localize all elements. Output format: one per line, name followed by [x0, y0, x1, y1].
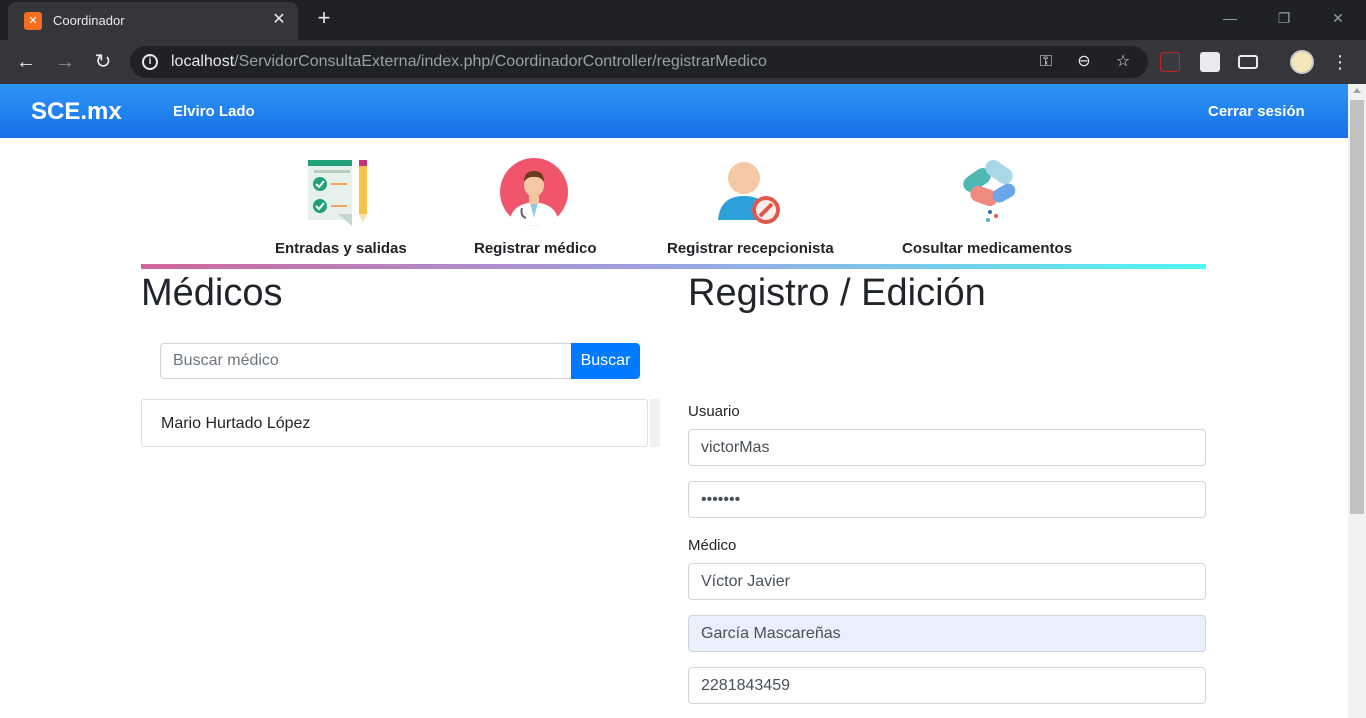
menu-label-consultar-medicamentos[interactable]: Cosultar medicamentos	[902, 240, 1072, 257]
browser-tab[interactable]: ✕ Coordinador ✕	[8, 2, 298, 40]
menu-item-entradas[interactable]	[306, 158, 372, 231]
pdf-extension-icon[interactable]	[1160, 52, 1180, 72]
gradient-divider	[141, 264, 1206, 269]
key-icon[interactable]: ⚿	[1036, 52, 1056, 72]
receptionist-icon	[718, 162, 780, 224]
tab-close-icon[interactable]: ✕	[268, 9, 290, 31]
page-scrollbar[interactable]	[1348, 84, 1366, 718]
logout-link[interactable]: Cerrar sesión	[1208, 103, 1305, 120]
profile-avatar[interactable]	[1290, 50, 1314, 74]
reload-icon[interactable]: ↻	[91, 50, 115, 74]
bookmark-star-icon[interactable]: ☆	[1113, 52, 1133, 72]
site-info-icon[interactable]: i	[142, 54, 158, 70]
checklist-icon	[308, 160, 367, 226]
medicos-list: Mario Hurtado López	[141, 399, 648, 447]
browser-tabbar: ✕ Coordinador ✕ + — ❐ ✕	[0, 0, 1366, 40]
scroll-thumb[interactable]	[1350, 100, 1364, 514]
tab-title: Coordinador	[53, 13, 125, 28]
page-viewport: SCE.mx Elviro Lado Cerrar sesión Entrada…	[0, 84, 1348, 718]
search-button[interactable]: Buscar	[571, 343, 640, 379]
user-name[interactable]: Elviro Lado	[173, 103, 255, 120]
nombre-input[interactable]	[688, 563, 1206, 600]
usuario-label: Usuario	[688, 403, 740, 420]
menu-item-registrar-medico[interactable]	[500, 158, 568, 231]
list-scrollbar[interactable]	[650, 399, 660, 447]
doctor-icon	[500, 158, 568, 226]
menu-label-entradas[interactable]: Entradas y salidas	[275, 240, 407, 257]
zoom-icon[interactable]: ⊖	[1074, 52, 1094, 72]
usuario-input[interactable]	[688, 429, 1206, 466]
browser-toolbar: ← → ↻ i localhost/ServidorConsultaExtern…	[0, 40, 1366, 84]
medico-label: Médico	[688, 537, 737, 554]
url-text[interactable]: localhost/ServidorConsultaExterna/index.…	[171, 53, 767, 71]
menu-label-registrar-recepcionista[interactable]: Registrar recepcionista	[667, 240, 834, 257]
extension-icon[interactable]	[1200, 52, 1220, 72]
menu-label-registrar-medico[interactable]: Registrar médico	[474, 240, 597, 257]
site-navbar: SCE.mx Elviro Lado Cerrar sesión	[0, 84, 1348, 138]
address-bar[interactable]: i localhost/ServidorConsultaExterna/inde…	[130, 46, 1148, 78]
window-close-icon[interactable]: ✕	[1318, 8, 1358, 28]
back-icon[interactable]: ←	[14, 50, 38, 74]
pills-icon	[963, 159, 1016, 222]
scroll-up-icon[interactable]	[1353, 88, 1361, 93]
restore-icon[interactable]: ❐	[1264, 8, 1304, 28]
menu-kebab-icon[interactable]: ⋮	[1330, 50, 1350, 74]
medicos-heading: Médicos	[141, 272, 283, 314]
pip-extension-icon[interactable]	[1238, 55, 1258, 69]
forward-icon[interactable]: →	[53, 50, 77, 74]
brand-logo[interactable]: SCE.mx	[31, 98, 122, 126]
list-item[interactable]: Mario Hurtado López	[161, 415, 310, 433]
xampp-favicon-icon: ✕	[24, 12, 42, 30]
search-medico-input[interactable]	[160, 343, 572, 379]
menu-item-consultar-medicamentos[interactable]	[956, 158, 1020, 229]
registro-heading: Registro / Edición	[688, 272, 986, 314]
new-tab-icon[interactable]: +	[312, 7, 336, 31]
menu-item-registrar-recepcionista[interactable]	[716, 158, 782, 233]
password-input[interactable]	[688, 481, 1206, 518]
minimize-icon[interactable]: —	[1210, 8, 1250, 28]
apellidos-input[interactable]	[688, 615, 1206, 652]
telefono-input[interactable]	[688, 667, 1206, 704]
